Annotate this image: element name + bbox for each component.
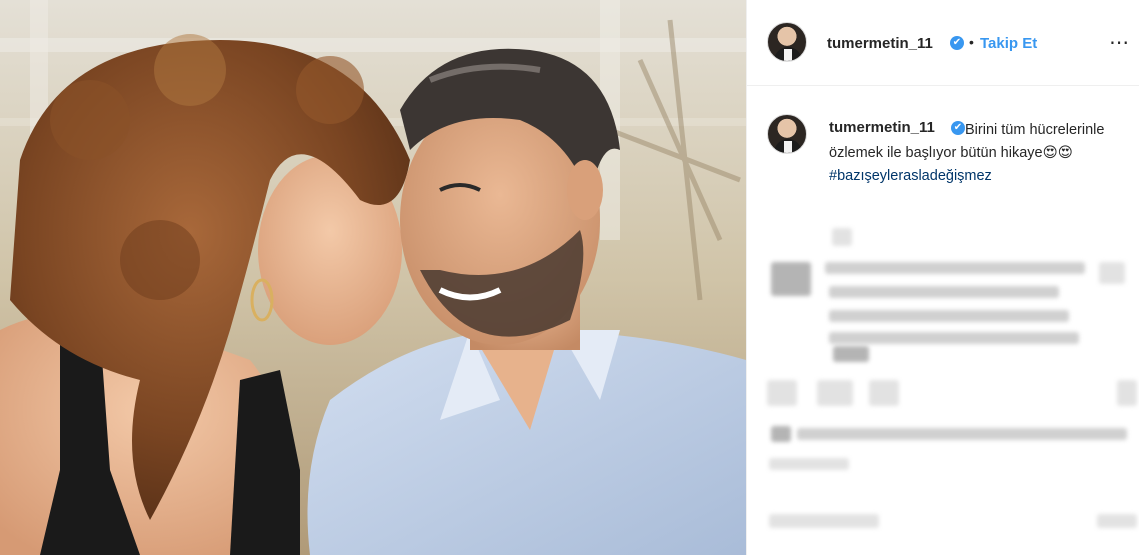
post-header: tumermetin_11 ✔ • Takip Et ⋯ <box>747 0 1139 86</box>
more-options-icon[interactable]: ⋯ <box>1109 30 1130 55</box>
post-photo[interactable] <box>0 0 746 555</box>
post-username[interactable]: tumermetin_11 <box>827 35 933 52</box>
couple-photo-illustration <box>0 0 746 555</box>
follow-button[interactable]: Takip Et <box>980 35 1037 52</box>
caption-text-block: Birini tüm hücrelerinle özlemek ile başl… <box>829 119 1129 188</box>
post-side-panel: tumermetin_11 ✔ • Takip Et ⋯ tumermetin_… <box>746 0 1139 555</box>
caption-text: Birini tüm hücrelerinle özlemek ile başl… <box>829 122 1105 161</box>
verified-badge-icon: ✔ <box>950 36 964 50</box>
post-caption: tumermetin_11 ✔ Birini tüm hücrelerinle … <box>747 86 1139 226</box>
caption-hashtag-link[interactable]: #bazışeylerasladeğişmez <box>829 165 1129 188</box>
avatar-icon[interactable] <box>767 22 807 62</box>
separator-dot: • <box>969 34 974 50</box>
caption-avatar-icon[interactable] <box>767 114 807 154</box>
